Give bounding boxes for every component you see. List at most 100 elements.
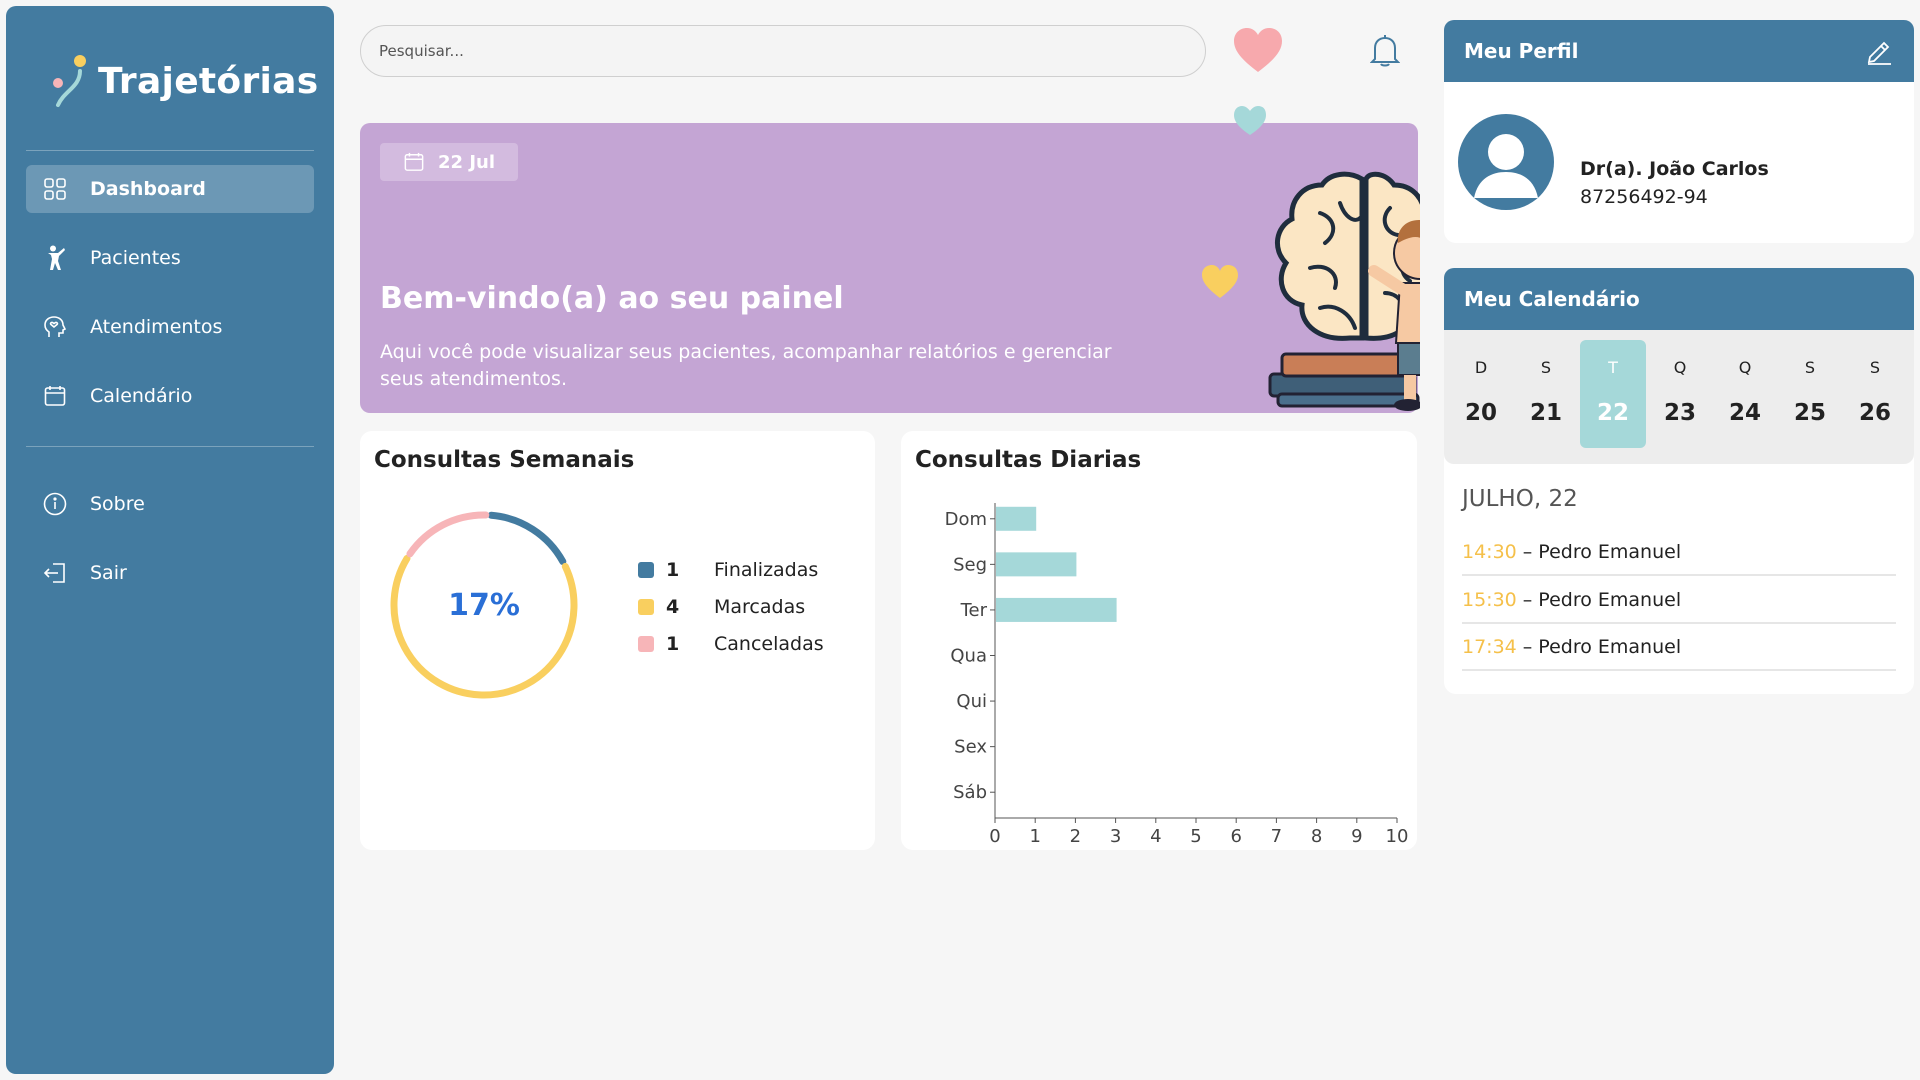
user-icon [1474,134,1538,198]
bar [996,552,1077,577]
calendar-day[interactable]: Q 23 [1647,340,1713,448]
avatar [1458,114,1554,210]
day-number: 25 [1793,400,1826,426]
day-number: 21 [1529,400,1562,426]
legend-value: 1 [666,558,680,581]
calendar-day[interactable]: S 21 [1513,340,1579,448]
profile-id: 87256492-94 [1580,186,1708,208]
calendar-title: Meu Calendário [1464,287,1640,311]
legend-item: 4 Marcadas [638,588,824,625]
day-number: 20 [1464,400,1497,426]
sidebar-item-label: Sobre [90,493,145,515]
sidebar-item-sair[interactable]: Sair [26,549,314,597]
calendar-day[interactable]: S 25 [1777,340,1843,448]
day-letter: S [1540,358,1552,377]
bar-chart: Dom Seg Ter Qua Qui Sex Sáb 0 1 2 3 4 5 6 7 8 9 10 [945,503,1409,847]
banner-subtitle: Aqui você pode visualizar seus pacientes… [380,341,1112,390]
y-tick-label: Sáb [953,782,987,803]
appointment-item[interactable]: 14:30 – Pedro Emanuel [1462,530,1896,576]
x-tick-label: 6 [1230,826,1241,847]
weekly-consultations-card: Consultas Semanais 17% 1 Finalizadas 4 M… [360,431,875,850]
profile-title: Meu Perfil [1464,39,1579,63]
x-tick-label: 0 [989,826,1000,847]
day-letter: D [1474,358,1488,377]
x-tick-label: 3 [1110,826,1121,847]
info-icon [42,491,68,517]
logout-icon [42,560,68,586]
day-letter: Q [1673,358,1687,377]
brain-child-illustration [1202,106,1420,411]
divider [26,150,314,151]
x-tick-label: 8 [1311,826,1322,847]
divider [26,446,314,447]
date-badge-text: 22 Jul [438,151,495,173]
legend-item: 1 Canceladas [638,625,824,662]
y-tick-label: Qua [950,646,987,667]
bell-icon[interactable] [1370,34,1400,68]
date-badge: 22 Jul [380,143,518,181]
legend-label: Marcadas [714,595,806,618]
sidebar-item-label: Calendário [90,385,193,407]
day-number: 23 [1663,400,1696,426]
x-tick-label: 1 [1029,826,1040,847]
x-tick-label: 9 [1351,826,1362,847]
search-input[interactable] [360,25,1206,77]
appointment-time: 14:30 [1462,541,1517,563]
sidebar-item-label: Dashboard [90,178,206,200]
legend-swatch [638,635,654,652]
legend-swatch [638,598,654,615]
sidebar-item-atendimentos[interactable]: Atendimentos [26,303,314,351]
profile-name: Dr(a). João Carlos [1580,158,1769,180]
y-tick-label: Ter [960,600,988,621]
x-tick-label: 2 [1070,826,1081,847]
bar [996,506,1037,531]
sidebar-item-label: Pacientes [90,247,181,269]
grid-icon [42,176,68,202]
appointment-item[interactable]: 15:30 – Pedro Emanuel [1462,578,1896,624]
legend-label: Canceladas [714,632,824,655]
x-tick-label: 5 [1190,826,1201,847]
legend-label: Finalizadas [714,558,819,581]
legend: 1 Finalizadas 4 Marcadas 1 Canceladas [638,551,824,662]
sidebar-item-label: Sair [90,562,127,584]
profile-header: Meu Perfil [1444,20,1914,82]
calendar-day-selected[interactable]: T 22 [1580,340,1646,448]
banner-title: Bem-vindo(a) ao seu painel [380,281,844,316]
sidebar: Trajetórias Dashboard Pacientes Atendime… [6,6,334,1074]
x-tick-label: 4 [1150,826,1161,847]
person-icon [42,245,68,271]
day-number: 22 [1596,400,1629,426]
heart-icon[interactable] [1232,26,1284,74]
appointment-patient: – Pedro Emanuel [1522,589,1682,611]
sidebar-item-pacientes[interactable]: Pacientes [26,234,314,282]
calendar-day[interactable]: S 26 [1842,340,1908,448]
legend-item: 1 Finalizadas [638,551,824,588]
appointment-patient: – Pedro Emanuel [1522,636,1682,658]
sidebar-item-dashboard[interactable]: Dashboard [26,165,314,213]
calendar-card: Meu Calendário D 20 S 21 T 22 Q 23 Q 24 … [1444,268,1914,694]
calendar-day[interactable]: Q 24 [1712,340,1778,448]
bar [996,597,1117,622]
logo[interactable]: Trajetórias [50,46,318,116]
y-tick-label: Dom [945,509,987,530]
selected-date-label: JULHO, 22 [1462,486,1578,512]
donut-percent: 17% [448,587,520,623]
logo-icon [53,55,86,107]
yellow-heart [1202,265,1238,298]
pencil-icon[interactable] [1864,36,1894,66]
calendar-icon [404,152,424,171]
x-tick-label: 7 [1271,826,1282,847]
logo-text: Trajetórias [98,60,319,102]
sidebar-item-label: Atendimentos [90,316,223,338]
week-strip: D 20 S 21 T 22 Q 23 Q 24 S 25 S 26 [1444,330,1914,464]
day-letter: S [1869,358,1881,377]
y-tick-label: Sex [954,737,987,758]
x-tick-label: 10 [1386,826,1409,847]
sidebar-item-sobre[interactable]: Sobre [26,480,314,528]
appointment-time: 17:34 [1462,636,1517,658]
legend-value: 4 [666,595,680,618]
calendar-day[interactable]: D 20 [1448,340,1514,448]
sidebar-item-calendario[interactable]: Calendário [26,372,314,420]
appointment-item[interactable]: 17:34 – Pedro Emanuel [1462,625,1896,671]
day-letter: S [1804,358,1816,377]
